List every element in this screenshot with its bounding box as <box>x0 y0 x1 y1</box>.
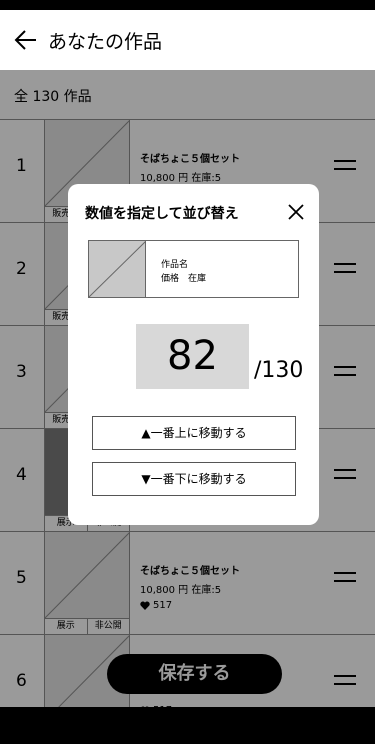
position-total: /130 <box>254 358 304 383</box>
dialog-title: 数値を指定して並び替え <box>85 206 239 222</box>
drag-handle-icon[interactable] <box>334 160 356 174</box>
item-price: 10,800 円 <box>140 585 189 596</box>
status-bar <box>0 0 375 10</box>
rank-number: 5 <box>16 568 27 588</box>
move-to-top-button[interactable]: ▲一番上に移動する <box>92 416 296 450</box>
item-stock: 在庫:5 <box>191 585 222 596</box>
save-button[interactable]: 保存する <box>107 654 282 694</box>
app-bar: あなたの作品 <box>0 10 375 70</box>
preview-name: 作品名 <box>161 260 189 270</box>
move-to-bottom-button[interactable]: ▼一番下に移動する <box>92 462 296 496</box>
item-name: そばちょこ５個セット <box>140 566 240 577</box>
heart-icon <box>140 601 150 610</box>
status-tag: 展示 <box>45 619 88 634</box>
navigation-bar <box>0 707 375 744</box>
rank-number: 4 <box>16 465 27 485</box>
drag-handle-icon[interactable] <box>334 675 356 689</box>
position-value: 82 <box>167 333 218 379</box>
rank-number: 3 <box>16 362 27 382</box>
item-stock: 在庫:5 <box>191 173 222 184</box>
item-price: 10,800 円 <box>140 173 189 184</box>
screen: あなたの作品 全 130 作品 1 販売中 そばちょこ５個セット 10,800 … <box>0 10 375 707</box>
list-item[interactable]: 5 展示 非公開 そばちょこ５個セット 10,800 円 在庫:5 517 <box>0 532 375 635</box>
drag-handle-icon[interactable] <box>334 572 356 586</box>
drag-handle-icon[interactable] <box>334 263 356 277</box>
count-bar: 全 130 作品 <box>0 70 375 120</box>
status-tag: 非公開 <box>87 619 129 634</box>
item-name: そばちょこ５個セット <box>140 154 240 165</box>
rank-number: 1 <box>16 156 27 176</box>
preview-meta: 価格 在庫 <box>161 274 207 284</box>
like-count: 517 <box>153 600 173 611</box>
drag-handle-icon[interactable] <box>334 366 356 380</box>
arrow-left-icon[interactable] <box>12 26 40 54</box>
close-icon[interactable] <box>286 202 306 222</box>
page-title: あなたの作品 <box>48 31 163 53</box>
item-count: 全 130 作品 <box>14 89 92 105</box>
item-preview: 作品名 価格 在庫 <box>88 240 299 298</box>
reorder-dialog: 数値を指定して並び替え 作品名 価格 在庫 82 /130 ▲一番上に移動する … <box>68 184 319 525</box>
rank-number: 6 <box>16 671 27 691</box>
drag-handle-icon[interactable] <box>334 469 356 483</box>
preview-thumbnail <box>88 240 147 298</box>
rank-number: 2 <box>16 259 27 279</box>
position-input[interactable]: 82 <box>136 324 249 389</box>
thumbnail <box>45 532 130 618</box>
